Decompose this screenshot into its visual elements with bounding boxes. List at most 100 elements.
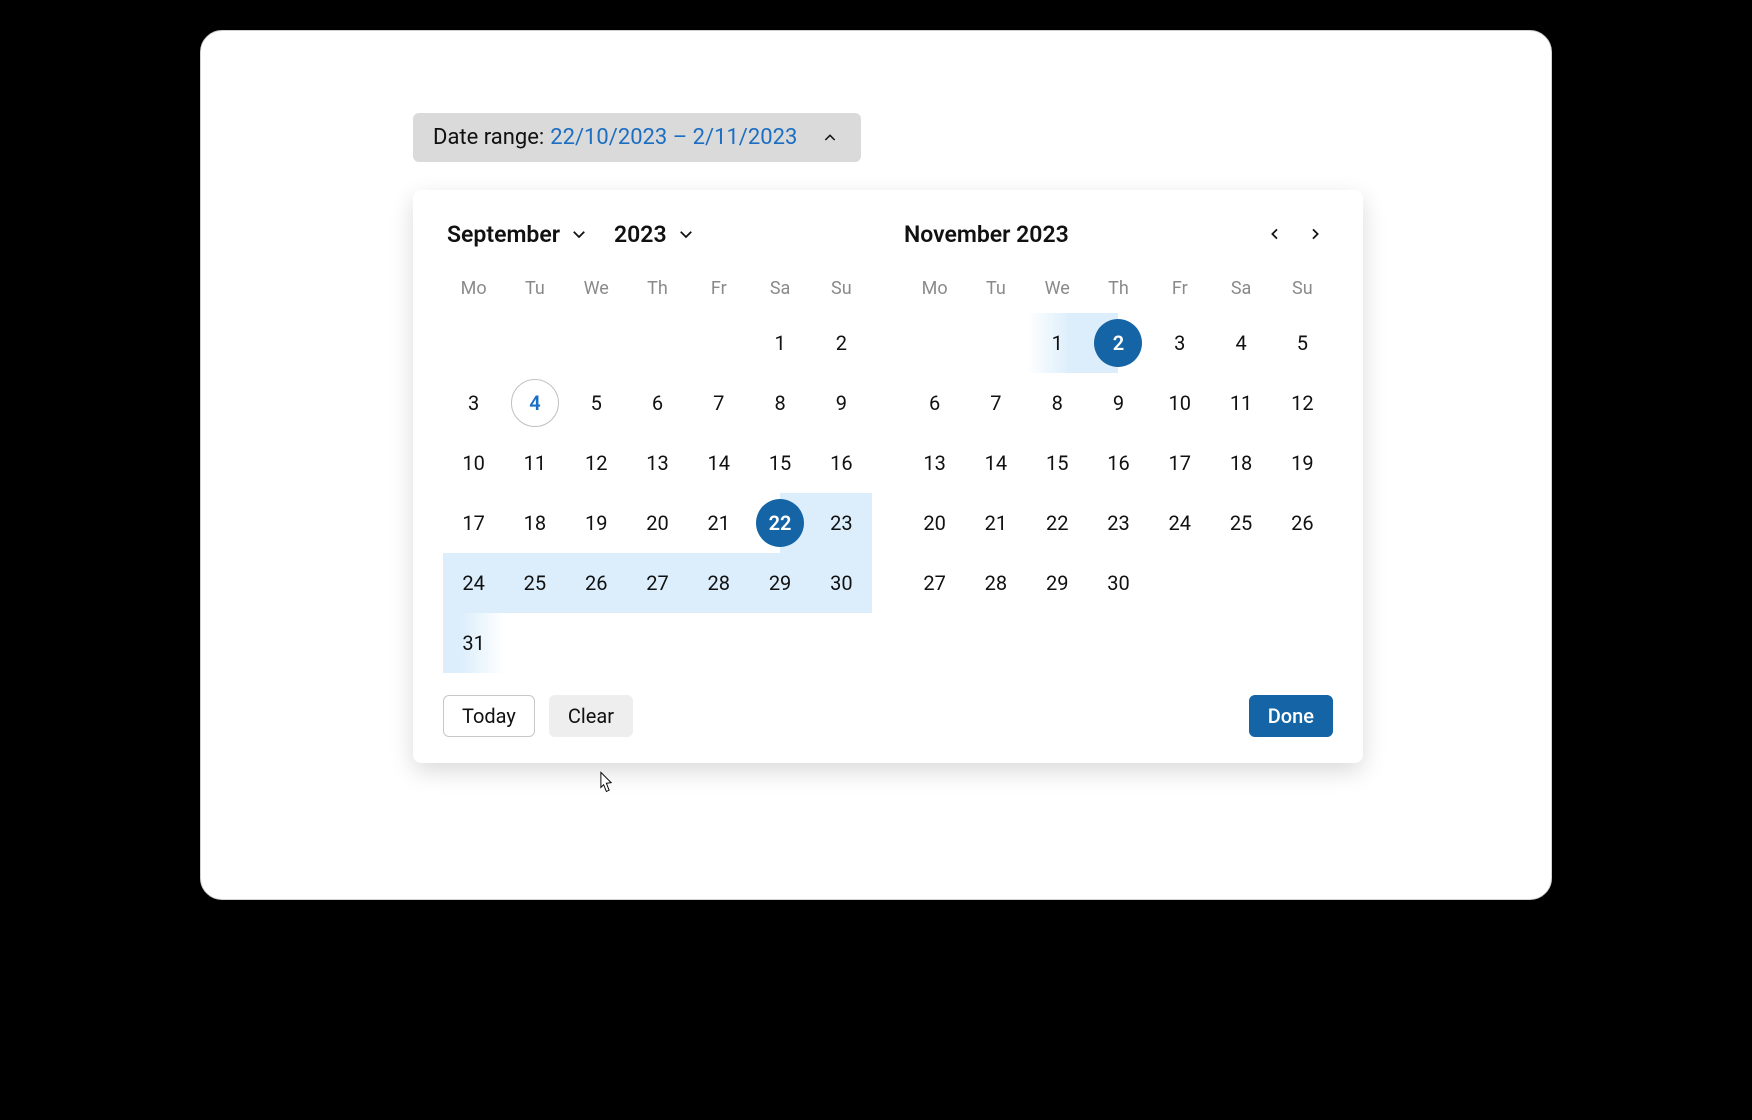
day-cell[interactable]: 22: [749, 493, 810, 553]
date-range-trigger[interactable]: Date range: 22/10/2023 – 2/11/2023: [413, 113, 861, 162]
day-number: 19: [572, 499, 620, 547]
month-select[interactable]: September: [443, 221, 592, 248]
day-cell[interactable]: 11: [504, 433, 565, 493]
day-cell[interactable]: 9: [811, 373, 872, 433]
next-month-button[interactable]: [1297, 216, 1333, 252]
day-cell[interactable]: 13: [627, 433, 688, 493]
pointer-cursor-icon: [594, 771, 616, 801]
day-cell[interactable]: 14: [965, 433, 1026, 493]
day-cell[interactable]: 23: [1088, 493, 1149, 553]
day-cell[interactable]: 8: [1027, 373, 1088, 433]
day-cell[interactable]: 3: [443, 373, 504, 433]
month-select-label: September: [447, 221, 560, 248]
day-cell[interactable]: 27: [904, 553, 965, 613]
day-cell[interactable]: 16: [1088, 433, 1149, 493]
day-cell[interactable]: 10: [443, 433, 504, 493]
weekday-label: Th: [1088, 272, 1149, 305]
app-frame: Date range: 22/10/2023 – 2/11/2023 Septe…: [200, 30, 1552, 900]
day-cell[interactable]: 12: [566, 433, 627, 493]
day-cell[interactable]: 3: [1149, 313, 1210, 373]
day-cell[interactable]: 18: [504, 493, 565, 553]
month-left-header: September 2023: [443, 214, 872, 254]
day-number: 11: [511, 439, 559, 487]
today-button[interactable]: Today: [443, 695, 535, 737]
day-number: 6: [633, 379, 681, 427]
month-left: September 2023 MoTuWeThFrSaSu 1234567891…: [443, 214, 872, 673]
day-cell[interactable]: 28: [688, 553, 749, 613]
empty-cell: [904, 313, 965, 373]
weekday-label: Th: [627, 272, 688, 305]
day-cell[interactable]: 17: [443, 493, 504, 553]
day-cell[interactable]: 23: [811, 493, 872, 553]
day-number: 28: [695, 559, 743, 607]
day-cell[interactable]: 2: [1088, 313, 1149, 373]
chevron-right-icon: [1307, 226, 1323, 242]
day-cell[interactable]: 16: [811, 433, 872, 493]
day-cell[interactable]: 24: [1149, 493, 1210, 553]
day-cell[interactable]: 20: [627, 493, 688, 553]
weekday-label: We: [1027, 272, 1088, 305]
day-number: 7: [695, 379, 743, 427]
day-cell[interactable]: 26: [566, 553, 627, 613]
day-number: 13: [911, 439, 959, 487]
year-select-label: 2023: [614, 221, 667, 248]
day-cell[interactable]: 5: [566, 373, 627, 433]
day-cell[interactable]: 14: [688, 433, 749, 493]
prev-month-button[interactable]: [1257, 216, 1293, 252]
empty-cell: [566, 313, 627, 373]
day-cell[interactable]: 7: [688, 373, 749, 433]
day-cell[interactable]: 26: [1272, 493, 1333, 553]
day-cell[interactable]: 6: [904, 373, 965, 433]
day-number: 15: [1033, 439, 1081, 487]
empty-cell: [688, 313, 749, 373]
day-grid-right: 1234567891011121314151617181920212223242…: [904, 313, 1333, 613]
day-cell[interactable]: 11: [1210, 373, 1271, 433]
day-cell[interactable]: 30: [811, 553, 872, 613]
day-number: 14: [695, 439, 743, 487]
day-cell[interactable]: 1: [749, 313, 810, 373]
day-cell[interactable]: 22: [1027, 493, 1088, 553]
day-cell[interactable]: 8: [749, 373, 810, 433]
day-cell[interactable]: 18: [1210, 433, 1271, 493]
day-number: 1: [1033, 319, 1081, 367]
day-number: 7: [972, 379, 1020, 427]
day-cell[interactable]: 25: [504, 553, 565, 613]
day-cell[interactable]: 19: [1272, 433, 1333, 493]
day-cell[interactable]: 2: [811, 313, 872, 373]
empty-cell: [443, 313, 504, 373]
day-cell[interactable]: 1: [1027, 313, 1088, 373]
day-cell[interactable]: 31: [443, 613, 504, 673]
day-cell[interactable]: 7: [965, 373, 1026, 433]
day-cell[interactable]: 4: [1210, 313, 1271, 373]
day-cell[interactable]: 21: [688, 493, 749, 553]
day-cell[interactable]: 15: [749, 433, 810, 493]
day-cell[interactable]: 19: [566, 493, 627, 553]
day-cell[interactable]: 15: [1027, 433, 1088, 493]
day-cell[interactable]: 20: [904, 493, 965, 553]
day-cell[interactable]: 24: [443, 553, 504, 613]
day-cell[interactable]: 25: [1210, 493, 1271, 553]
year-select[interactable]: 2023: [610, 221, 699, 248]
day-cell[interactable]: 5: [1272, 313, 1333, 373]
day-cell[interactable]: 30: [1088, 553, 1149, 613]
day-cell[interactable]: 29: [1027, 553, 1088, 613]
empty-cell: [627, 313, 688, 373]
day-cell[interactable]: 27: [627, 553, 688, 613]
day-cell[interactable]: 21: [965, 493, 1026, 553]
day-cell[interactable]: 28: [965, 553, 1026, 613]
trigger-value: 22/10/2023 – 2/11/2023: [550, 125, 797, 150]
day-cell[interactable]: 9: [1088, 373, 1149, 433]
day-cell[interactable]: 12: [1272, 373, 1333, 433]
day-cell[interactable]: 4: [504, 373, 565, 433]
day-cell[interactable]: 6: [627, 373, 688, 433]
done-button[interactable]: Done: [1249, 695, 1333, 737]
date-range-popover: September 2023 MoTuWeThFrSaSu 1234567891…: [413, 190, 1363, 763]
day-cell[interactable]: 17: [1149, 433, 1210, 493]
day-cell[interactable]: 10: [1149, 373, 1210, 433]
day-cell[interactable]: 29: [749, 553, 810, 613]
day-number: 4: [511, 379, 559, 427]
day-number: 14: [972, 439, 1020, 487]
clear-button[interactable]: Clear: [549, 695, 633, 737]
day-number: 26: [572, 559, 620, 607]
day-cell[interactable]: 13: [904, 433, 965, 493]
